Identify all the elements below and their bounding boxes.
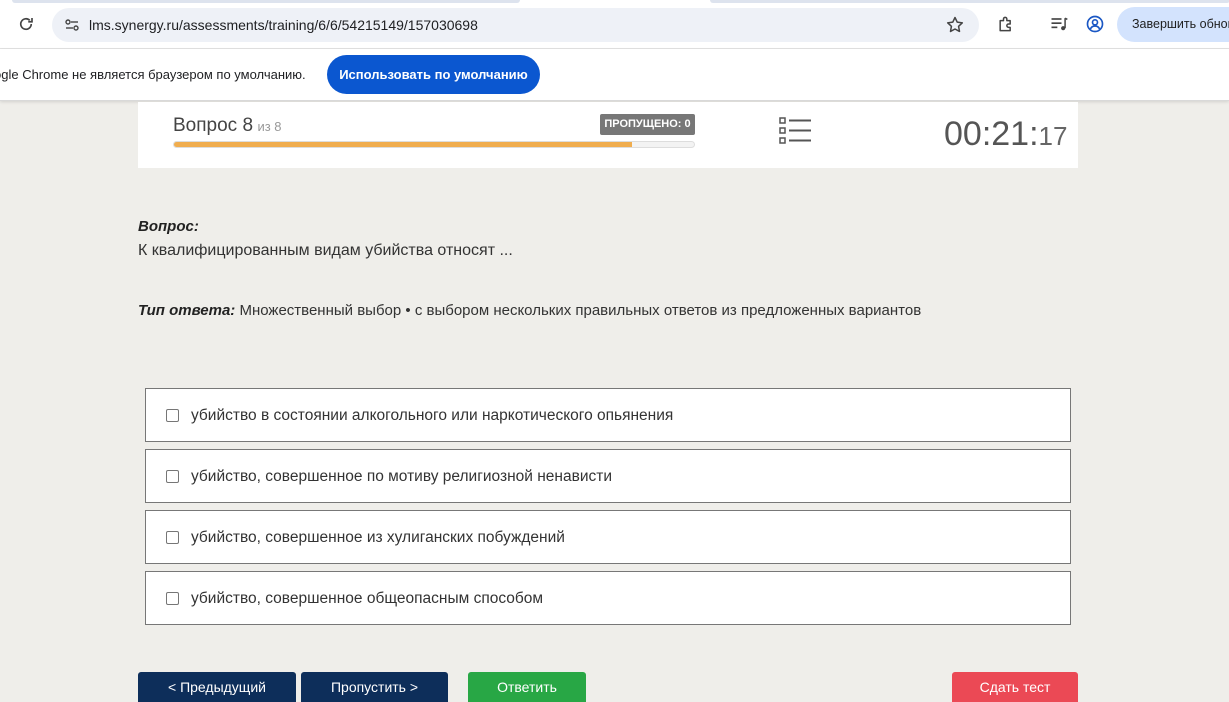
- option-checkbox[interactable]: [166, 470, 179, 483]
- option-label[interactable]: убийство, совершенное общеопасным способ…: [191, 590, 543, 608]
- question-text: К квалифицированным видам убийства относ…: [138, 242, 513, 259]
- media-playlist-icon[interactable]: [1048, 13, 1070, 35]
- profile-icon[interactable]: [1084, 13, 1106, 35]
- answer-button[interactable]: Ответить: [468, 672, 586, 702]
- reload-icon[interactable]: [14, 12, 38, 36]
- option-label[interactable]: убийство, совершенное из хулиганских поб…: [191, 529, 565, 547]
- progress-bar: [173, 141, 695, 148]
- progress-fill: [174, 142, 632, 147]
- answer-type-value: Множественный выбор • с выбором нескольк…: [235, 302, 922, 319]
- option-checkbox[interactable]: [166, 409, 179, 422]
- answer-option[interactable]: убийство в состоянии алкогольного или на…: [145, 388, 1071, 442]
- answer-type: Тип ответа: Множественный выбор • с выбо…: [138, 302, 921, 319]
- tab-strip-edge: [12, 0, 520, 3]
- answer-type-label: Тип ответа:: [138, 302, 236, 319]
- timer: 00:21:17: [944, 115, 1067, 154]
- default-browser-infobar: ogle Chrome не является браузером по умо…: [0, 49, 1229, 101]
- skip-button[interactable]: Пропустить >: [301, 672, 448, 702]
- bookmark-star-icon[interactable]: [945, 15, 965, 35]
- question-counter: Вопрос 8 из 8: [173, 115, 282, 137]
- url-text[interactable]: lms.synergy.ru/assessments/training/6/6/…: [89, 17, 478, 33]
- address-bar[interactable]: lms.synergy.ru/assessments/training/6/6/…: [52, 8, 979, 42]
- answer-option[interactable]: убийство, совершенное общеопасным способ…: [145, 571, 1071, 625]
- option-checkbox[interactable]: [166, 531, 179, 544]
- infobar-message: ogle Chrome не является браузером по умо…: [0, 67, 306, 82]
- answer-options: убийство в состоянии алкогольного или на…: [145, 388, 1071, 632]
- question-total: из 8: [257, 119, 282, 134]
- answer-option[interactable]: убийство, совершенное по мотиву религиоз…: [145, 449, 1071, 503]
- submit-test-button[interactable]: Сдать тест: [952, 672, 1078, 702]
- option-label[interactable]: убийство в состоянии алкогольного или на…: [191, 407, 673, 425]
- tab-strip-edge: [710, 0, 1229, 3]
- site-info-icon[interactable]: [60, 13, 84, 37]
- option-checkbox[interactable]: [166, 592, 179, 605]
- option-label[interactable]: убийство, совершенное по мотиву религиоз…: [191, 468, 612, 486]
- extensions-icon[interactable]: [995, 13, 1017, 35]
- test-header-panel: Вопрос 8 из 8 ПРОПУЩЕНО: 0 00:21:17: [138, 102, 1078, 168]
- question-heading: Вопрос:: [138, 218, 199, 235]
- timer-hours-minutes: 00:21:: [944, 115, 1039, 153]
- browser-toolbar: lms.synergy.ru/assessments/training/6/6/…: [0, 0, 1229, 49]
- timer-seconds: 17: [1038, 121, 1068, 151]
- previous-button[interactable]: < Предыдущий: [138, 672, 296, 702]
- use-default-button[interactable]: Использовать по умолчанию: [327, 55, 540, 94]
- question-list-icon[interactable]: [779, 116, 813, 146]
- skipped-badge: ПРОПУЩЕНО: 0: [600, 114, 695, 135]
- answer-option[interactable]: убийство, совершенное из хулиганских поб…: [145, 510, 1071, 564]
- question-number: Вопрос 8: [173, 115, 254, 136]
- finish-update-button[interactable]: Завершить обнов: [1117, 7, 1229, 42]
